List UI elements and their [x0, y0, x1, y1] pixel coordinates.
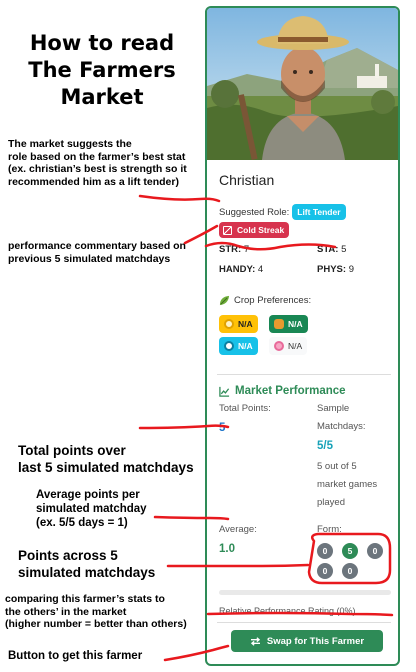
farmer-card: Christian Suggested Role: Lift Tender Co… — [205, 6, 400, 666]
crop-preferences-header: Crop Preferences: — [219, 295, 311, 306]
stat-label: STA: — [317, 244, 339, 255]
farmer-photo — [207, 8, 398, 160]
swap-farmer-button[interactable]: Swap for This Farmer — [231, 630, 383, 652]
note-line: simulated matchdays — [18, 565, 156, 580]
stat-label: HANDY: — [219, 264, 256, 275]
label-line: Sample — [317, 403, 350, 414]
relative-rating-label: Relative Performance Rating (0%) — [219, 606, 356, 616]
farmer-portrait — [207, 8, 398, 160]
note-line: comparing this farmer’s stats to — [5, 593, 165, 605]
suggested-role-badge: Lift Tender — [292, 204, 346, 220]
label-line: played — [317, 497, 345, 508]
note-line: Points across 5 — [18, 548, 118, 563]
crop-value: N/A — [238, 341, 253, 351]
note-line: role based on the farmer’s best stat — [8, 150, 186, 163]
guide-title-line: The Farmers — [28, 58, 176, 82]
sun-icon — [224, 319, 234, 329]
form-result: 0 — [317, 543, 333, 559]
guide-title-line: Market — [60, 85, 144, 109]
note-line: previous 5 simulated matchdays — [8, 252, 171, 265]
snowflake-icon — [224, 341, 234, 351]
stat-value: 9 — [348, 264, 354, 275]
compare-note: comparing this farmer’s stats to the oth… — [5, 593, 210, 631]
suggested-role-row: Suggested Role: Lift Tender — [219, 204, 346, 220]
wheat-icon — [274, 319, 284, 329]
note-line: (higher number = better than others) — [5, 618, 187, 630]
cold-streak-icon — [223, 225, 232, 235]
average-value: 1.0 — [219, 543, 235, 555]
stat-sta: STA: 5 — [317, 244, 346, 255]
note-line: (ex. christian’s best is strength so it — [8, 163, 187, 175]
label-line: Matchdays: — [317, 421, 366, 432]
label-line: 5 out of 5 — [317, 461, 357, 472]
swap-button-label: Swap for This Farmer — [266, 635, 365, 647]
leaf-icon — [219, 295, 230, 306]
stat-label: STR: — [219, 244, 242, 255]
form-label: Form: — [317, 524, 342, 535]
stat-label: PHYS: — [317, 264, 347, 275]
swap-arrows-icon — [250, 636, 261, 646]
flower-icon — [274, 341, 284, 351]
total-points-label: Total Points: — [219, 403, 271, 414]
stat-phys: PHYS: 9 — [317, 264, 354, 275]
sample-matchdays-value: 5/5 — [317, 440, 333, 452]
stat-value: 4 — [257, 264, 264, 275]
market-performance-header: Market Performance — [219, 385, 346, 397]
total-points-value: 5 — [219, 422, 226, 434]
crop-value: N/A — [288, 341, 303, 351]
role-note: The market suggests the role based on th… — [8, 138, 208, 188]
farmer-header: Christian — [219, 172, 391, 188]
crop-preferences-label: Crop Preferences: — [234, 295, 312, 306]
crop-value: N/A — [238, 319, 253, 329]
form-result: 0 — [367, 543, 383, 559]
note-line: last 5 simulated matchdays — [18, 460, 194, 475]
divider — [217, 374, 391, 375]
relative-rating-bar — [219, 590, 391, 595]
stat-value: 7 — [243, 244, 250, 255]
stat-value: 5 — [341, 244, 347, 255]
sample-matchdays-note: 5 out of 5 market games played — [317, 458, 377, 512]
note-line: The market suggests the — [8, 138, 132, 150]
crop-pill-snow: N/A — [219, 337, 258, 355]
note-line: the others’ in the market — [5, 605, 127, 618]
divider — [217, 622, 391, 623]
label-line: market games — [317, 479, 378, 490]
note-line: performance commentary based on — [8, 240, 186, 252]
crop-pill-sun: N/A — [219, 315, 258, 333]
crop-pill-flower: N/A — [269, 337, 308, 355]
average-label: Average: — [219, 524, 257, 535]
commentary-label: Cold Streak — [237, 225, 285, 235]
stat-str: STR: 7 — [219, 244, 249, 255]
market-performance-title: Market Performance — [235, 385, 346, 397]
average-note: Average points per simulated matchday (e… — [36, 488, 206, 530]
points-note: Points across 5 simulated matchdays — [18, 547, 198, 581]
crop-pill-wheat: N/A — [269, 315, 308, 333]
sample-matchdays-label: Sample Matchdays: — [317, 400, 366, 436]
suggested-role-label: Suggested Role: — [219, 206, 290, 218]
total-points-note: Total points over last 5 simulated match… — [18, 442, 208, 476]
crop-value: N/A — [288, 319, 303, 329]
note-line: (ex. 5/5 days = 1) — [36, 517, 128, 529]
commentary-note: performance commentary based on previous… — [8, 240, 208, 265]
stat-handy: HANDY: 4 — [219, 264, 263, 275]
form-result: 0 — [317, 563, 333, 579]
guide-title: How to read The Farmers Market — [14, 30, 190, 111]
commentary-badge: Cold Streak — [219, 222, 290, 238]
form-result: 0 — [342, 563, 358, 579]
button-note: Button to get this farmer — [8, 650, 143, 662]
note-line: Average points per — [36, 489, 140, 501]
line-chart-icon — [219, 386, 230, 397]
note-line: Total points over — [18, 443, 126, 458]
note-line: simulated matchday — [36, 503, 147, 515]
note-line: recommended him as a lift tender) — [8, 175, 179, 188]
guide-title-line: How to read — [29, 31, 175, 55]
form-result: 5 — [342, 543, 358, 559]
farmer-name: Christian — [219, 172, 275, 188]
